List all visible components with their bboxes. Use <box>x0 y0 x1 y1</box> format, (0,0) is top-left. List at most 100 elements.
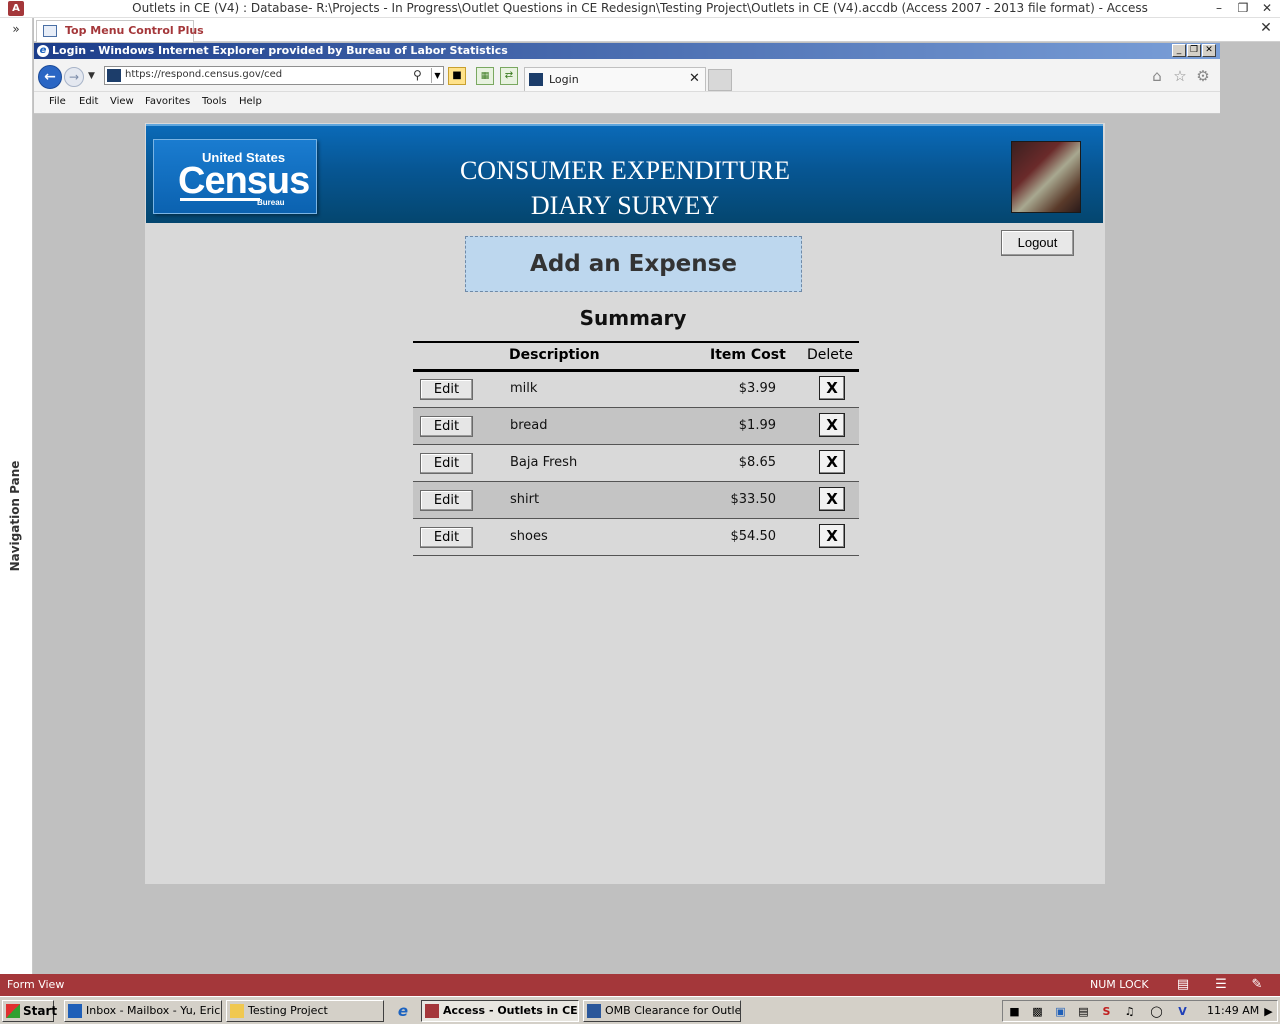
start-label: Start <box>23 1004 58 1018</box>
item-description: milk <box>510 381 538 396</box>
logout-button[interactable]: Logout <box>1001 230 1074 256</box>
edit-button[interactable]: Edit <box>420 490 473 511</box>
task-explorer-folder[interactable]: Testing Project <box>226 1000 384 1022</box>
lock-tray-icon[interactable]: ■ <box>1007 1004 1022 1019</box>
add-expense-button[interactable]: Add an Expense <box>465 236 802 292</box>
ie-menu-bar: File Edit View Favorites Tools Help <box>34 92 1220 114</box>
menu-view[interactable]: View <box>110 96 134 107</box>
folder-icon <box>230 1004 244 1018</box>
design-view-icon[interactable]: ✎ <box>1249 977 1265 993</box>
volume-icon[interactable]: ♫ <box>1122 1004 1137 1019</box>
shield-icon[interactable]: V <box>1175 1004 1190 1019</box>
favorites-star-icon[interactable]: ☆ <box>1171 67 1189 85</box>
wallet-money-image <box>1011 141 1081 213</box>
chevron-double-right-icon[interactable]: » <box>6 22 26 38</box>
banner-title-line1: CONSUMER EXPENDITURE <box>459 156 791 185</box>
tab-close-icon[interactable]: ✕ <box>689 71 700 86</box>
delete-button[interactable]: X <box>819 413 845 437</box>
column-header-description: Description <box>509 347 600 363</box>
item-cost: $1.99 <box>738 418 776 433</box>
access-app-icon[interactable]: A <box>8 1 24 16</box>
address-url[interactable]: https://respond.census.gov/ced <box>125 69 282 80</box>
lock-icon[interactable]: ■ <box>448 67 466 85</box>
table-row: Edit milk $3.99 X <box>413 371 859 408</box>
refresh-icon[interactable]: ⇄ <box>500 67 518 85</box>
edit-button[interactable]: Edit <box>420 379 473 400</box>
edit-button[interactable]: Edit <box>420 453 473 474</box>
task-label: Access - Outlets in CE ... <box>443 1004 579 1017</box>
start-button[interactable]: Start <box>2 1000 58 1022</box>
new-tab-button[interactable] <box>708 69 732 91</box>
menu-help[interactable]: Help <box>239 96 262 107</box>
column-header-delete: Delete <box>807 347 853 363</box>
word-icon <box>587 1004 601 1018</box>
task-outlook[interactable]: Inbox - Mailbox - Yu, Eric... <box>64 1000 222 1022</box>
menu-tools[interactable]: Tools <box>202 96 227 107</box>
logo-census-word: Census <box>178 160 310 202</box>
close-object-icon[interactable]: ✕ <box>1256 20 1276 40</box>
ie-minimize-icon[interactable]: _ <box>1172 44 1186 57</box>
minimize-icon[interactable]: – <box>1206 0 1232 18</box>
logo-bureau: Bureau <box>257 198 285 207</box>
security-tray-icon[interactable]: S <box>1099 1004 1114 1019</box>
table-row: Edit Baja Fresh $8.65 X <box>413 445 859 482</box>
table-row: Edit shirt $33.50 X <box>413 482 859 519</box>
ie-close-icon[interactable]: ✕ <box>1202 44 1216 57</box>
task-word[interactable]: OMB Clearance for Outle... <box>583 1000 741 1022</box>
restore-icon[interactable]: ❐ <box>1230 0 1256 18</box>
access-status-bar: Form View NUM LOCK ▤ ☰ ✎ <box>0 974 1280 996</box>
internet-explorer-icon[interactable]: e <box>394 1002 412 1020</box>
search-icon[interactable]: ⚲ <box>413 68 422 82</box>
item-description: shoes <box>510 529 548 544</box>
edit-button[interactable]: Edit <box>420 527 473 548</box>
task-label: OMB Clearance for Outle... <box>605 1004 741 1017</box>
ie-logo-icon: e <box>37 45 49 57</box>
menu-edit[interactable]: Edit <box>79 96 98 107</box>
gear-icon[interactable]: ⚙ <box>1194 67 1212 85</box>
table-row: Edit bread $1.99 X <box>413 408 859 445</box>
ie-window-title: Login - Windows Internet Explorer provid… <box>52 44 508 57</box>
address-bar[interactable]: https://respond.census.gov/ced ⚲ ▼ <box>104 66 444 85</box>
back-arrow-icon[interactable]: ← <box>38 65 62 89</box>
item-cost: $33.50 <box>730 492 777 507</box>
delete-button[interactable]: X <box>819 487 845 511</box>
ie-tab-login[interactable]: Login ✕ <box>524 67 706 91</box>
object-tab-strip: Top Menu Control Plus ✕ <box>34 18 1280 42</box>
home-icon[interactable]: ⌂ <box>1148 67 1166 85</box>
access-icon <box>425 1004 439 1018</box>
form-view-icon[interactable]: ▤ <box>1175 977 1191 993</box>
clipboard-tray-icon[interactable]: ▩ <box>1030 1004 1045 1019</box>
delete-button[interactable]: X <box>819 450 845 474</box>
ie-restore-icon[interactable]: ❐ <box>1187 44 1201 57</box>
task-label: Testing Project <box>248 1004 328 1017</box>
windows-taskbar: Start Inbox - Mailbox - Yu, Eric... Test… <box>0 996 1280 1024</box>
task-access[interactable]: Access - Outlets in CE ... <box>421 1000 579 1022</box>
navigation-pane: » Navigation Pane <box>0 18 33 974</box>
num-lock-indicator: NUM LOCK <box>1090 978 1149 991</box>
delete-button[interactable]: X <box>819 524 845 548</box>
ie-title-bar: e Login - Windows Internet Explorer prov… <box>34 43 1220 59</box>
banner-title-line2: DIARY SURVEY <box>530 191 720 220</box>
object-tab[interactable]: Top Menu Control Plus <box>36 20 204 42</box>
site-favicon-icon <box>107 69 121 82</box>
menu-file[interactable]: File <box>49 96 66 107</box>
compatibility-view-icon[interactable]: ▦ <box>476 67 494 85</box>
item-description: bread <box>510 418 548 433</box>
forward-arrow-icon[interactable]: → <box>64 67 84 87</box>
access-title-bar: Outlets in CE (V4) : Database- R:\Projec… <box>0 0 1280 18</box>
history-dropdown-icon[interactable]: ▼ <box>88 71 95 81</box>
census-bureau-logo: United States Census Bureau <box>153 139 317 214</box>
delete-button[interactable]: X <box>819 376 845 400</box>
edit-button[interactable]: Edit <box>420 416 473 437</box>
datasheet-view-icon[interactable]: ☰ <box>1213 977 1229 993</box>
display-tray-icon[interactable]: ◯ <box>1149 1004 1164 1019</box>
table-row: Edit shoes $54.50 X <box>413 519 859 556</box>
network-tray-icon[interactable]: ▤ <box>1076 1004 1091 1019</box>
address-dropdown-icon[interactable]: ▼ <box>431 68 443 83</box>
close-icon[interactable]: ✕ <box>1254 0 1280 18</box>
outlook-tray-icon[interactable]: ▣ <box>1053 1004 1068 1019</box>
item-description: shirt <box>510 492 540 507</box>
menu-favorites[interactable]: Favorites <box>145 96 190 107</box>
navigation-pane-label[interactable]: Navigation Pane <box>8 460 24 572</box>
show-desktop-icon[interactable]: ▶ <box>1261 1004 1276 1019</box>
